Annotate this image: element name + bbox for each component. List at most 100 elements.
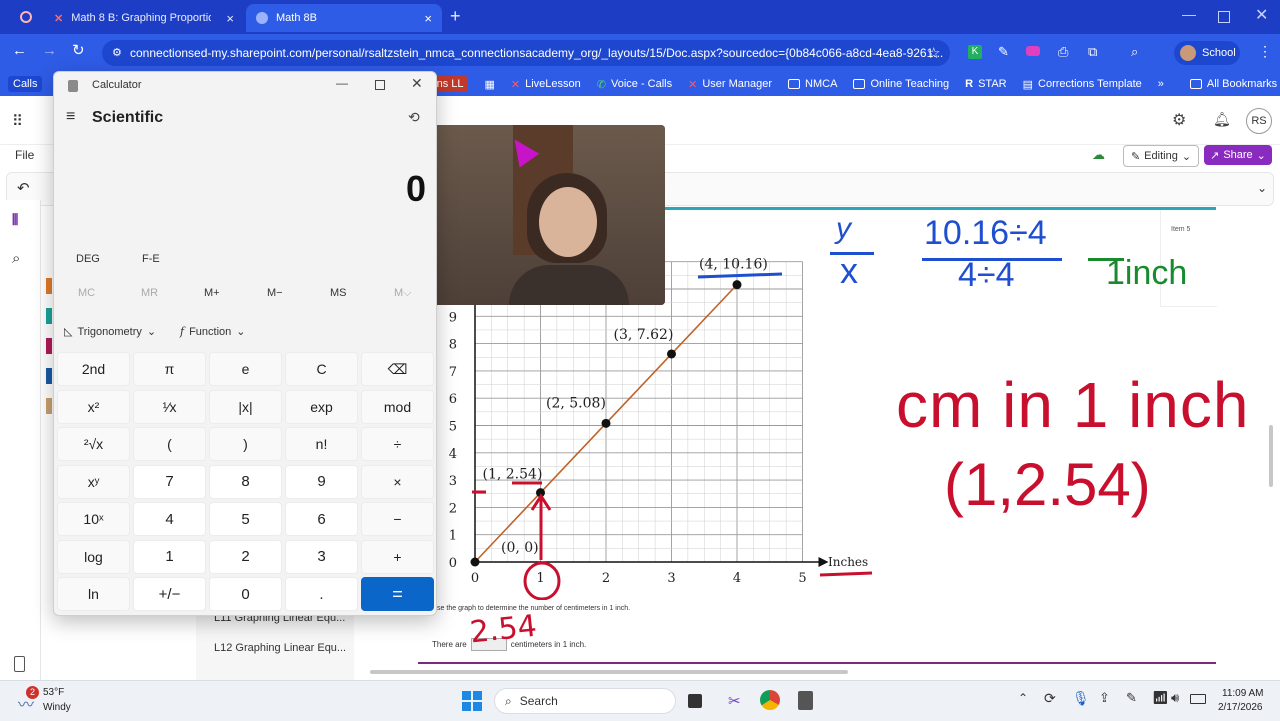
memory-recall-button[interactable]: MR (141, 287, 158, 299)
restore-window-icon[interactable] (1218, 11, 1230, 23)
absolute-button[interactable]: |x| (209, 389, 282, 424)
pen-extension-icon[interactable]: ✎ (998, 44, 1009, 60)
library-icon[interactable]: ⫴ (12, 212, 18, 229)
more-bookmarks-icon[interactable]: » (1158, 78, 1164, 90)
function-dropdown[interactable]: f Function ⌄ (180, 325, 246, 338)
tab-math8b[interactable]: Math 8B × (246, 4, 442, 32)
factorial-button[interactable]: n! (285, 427, 358, 461)
digit-7-button[interactable]: 7 (133, 464, 206, 499)
clock-time[interactable]: 11:09 AM (1222, 688, 1264, 699)
taskbar-search[interactable]: ⌕ Search (494, 688, 676, 714)
navigation-menu-icon[interactable]: ≡ (66, 108, 75, 126)
file-menu[interactable]: File (15, 148, 34, 162)
ribbon-expand-icon[interactable]: ⌄ (1257, 181, 1267, 195)
backspace-button[interactable]: ⌫ (361, 352, 434, 386)
digit-6-button[interactable]: 6 (285, 502, 358, 536)
close-icon[interactable]: ✕ (411, 75, 423, 92)
square-root-button[interactable]: ²√x (57, 427, 130, 461)
bookmark-livelesson[interactable]: ✕ LiveLesson (511, 78, 581, 91)
minimize-icon[interactable]: — (336, 76, 348, 90)
upload-icon[interactable]: ⇪ (1099, 690, 1110, 706)
digit-1-button[interactable]: 1 (133, 539, 206, 574)
weather-temp[interactable]: 53°F (43, 687, 64, 698)
negate-button[interactable]: +/− (133, 577, 206, 611)
search-icon[interactable]: ⌕ (12, 250, 20, 267)
chrome-icon[interactable] (760, 690, 780, 710)
tab-search-icon[interactable]: ⌕ (1131, 44, 1138, 60)
apps-grid-icon[interactable]: ▦ (484, 78, 494, 91)
bookmark-nmca[interactable]: NMCA (788, 78, 837, 90)
bookmark-user-manager[interactable]: ✕ User Manager (688, 78, 772, 91)
webcam-preview[interactable] (425, 125, 665, 305)
extension-k-icon[interactable]: K (968, 45, 982, 59)
vertical-scrollbar[interactable] (1269, 425, 1273, 487)
digit-8-button[interactable]: 8 (209, 464, 282, 499)
undo-icon[interactable]: ↶ (17, 179, 30, 197)
section-tab-blue[interactable] (46, 368, 52, 384)
square-button[interactable]: x² (57, 389, 130, 424)
mobile-view-icon[interactable] (14, 656, 25, 672)
digit-5-button[interactable]: 5 (209, 502, 282, 536)
site-info-icon[interactable]: ⚙ (112, 46, 122, 59)
sync-icon[interactable]: ⟳ (1044, 690, 1056, 707)
reciprocal-button[interactable]: ¹⁄x (133, 389, 206, 424)
divide-button[interactable]: ÷ (361, 427, 434, 461)
digit-4-button[interactable]: 4 (133, 502, 206, 536)
notifications-bell-icon[interactable]: 🔔︎ (1213, 111, 1231, 128)
memory-list-button[interactable]: M⌵ (394, 287, 412, 300)
record-icon[interactable] (20, 11, 32, 23)
open-paren-button[interactable]: ( (133, 427, 206, 461)
volume-icon[interactable]: 🔊︎ (1171, 690, 1179, 706)
trigonometry-dropdown[interactable]: ◺ Trigonometry ⌄ (64, 325, 156, 339)
mod-button[interactable]: mod (361, 389, 434, 424)
digit-2-button[interactable]: 2 (209, 539, 282, 574)
pi-button[interactable]: π (133, 352, 206, 386)
bookmark-all-bookmarks[interactable]: All Bookmarks (1189, 78, 1277, 90)
browser-menu-icon[interactable]: ⋮ (1258, 43, 1272, 60)
section-tab-magenta[interactable] (46, 338, 52, 354)
multiply-button[interactable]: × (361, 464, 434, 499)
ten-power-button[interactable]: 10ˣ (57, 502, 130, 536)
snipping-tool-icon[interactable]: ✂ (728, 692, 741, 710)
start-windows-icon[interactable] (462, 691, 482, 711)
reload-icon[interactable]: ↻ (72, 41, 85, 59)
bookmark-voice-calls[interactable]: ✆ Voice - Calls (597, 78, 672, 91)
equals-button[interactable]: = (361, 577, 434, 611)
memory-store-button[interactable]: MS (330, 287, 347, 299)
settings-gear-icon[interactable]: ⚙ (1172, 110, 1186, 130)
decimal-button[interactable]: . (285, 577, 358, 611)
section-tab-tan[interactable] (46, 398, 52, 414)
minus-button[interactable]: − (361, 502, 434, 536)
pen-icon[interactable]: ✎ (1126, 690, 1137, 706)
printer-icon[interactable]: ⎙ (1058, 44, 1068, 60)
history-icon[interactable]: ⟲ (408, 109, 420, 126)
page-item-l12[interactable]: L12 Graphing Linear Equ... (214, 642, 346, 654)
address-bar[interactable]: ⚙ connectionsed-my.sharepoint.com/person… (102, 40, 950, 66)
microphone-icon[interactable]: 🎙︎ (1072, 690, 1090, 707)
plus-button[interactable]: + (361, 539, 434, 574)
user-avatar[interactable]: RS (1246, 108, 1272, 134)
memory-add-button[interactable]: M+ (204, 287, 220, 299)
share-button[interactable]: ↗ Share ⌄ (1204, 145, 1272, 165)
waffle-icon[interactable]: ⠿ (12, 112, 23, 130)
forward-icon[interactable]: → (42, 42, 57, 59)
digit-9-button[interactable]: 9 (285, 464, 358, 499)
bookmark-calls[interactable]: Calls (8, 76, 43, 92)
battery-icon[interactable] (1190, 694, 1206, 704)
show-hidden-icons[interactable]: ⌃ (1018, 691, 1028, 705)
bookmark-star[interactable]: R STAR (965, 78, 1006, 90)
e-button[interactable]: e (209, 352, 282, 386)
log-button[interactable]: log (57, 539, 130, 574)
exp-button[interactable]: exp (285, 389, 358, 424)
angle-unit-button[interactable]: DEG (76, 253, 100, 265)
digit-0-button[interactable]: 0 (209, 577, 282, 611)
bookmark-online-teaching[interactable]: Online Teaching (853, 78, 949, 90)
second-function-button[interactable]: 2nd (57, 352, 130, 386)
editing-mode-button[interactable]: ✎ Editing ⌄ (1123, 145, 1199, 167)
section-tab-orange[interactable] (46, 278, 52, 294)
ln-button[interactable]: ln (57, 577, 130, 611)
bookmark-star-icon[interactable]: ☆ (927, 44, 940, 62)
back-icon[interactable]: ← (12, 42, 27, 59)
task-view-icon[interactable] (688, 694, 702, 708)
clear-button[interactable]: C (285, 352, 358, 386)
